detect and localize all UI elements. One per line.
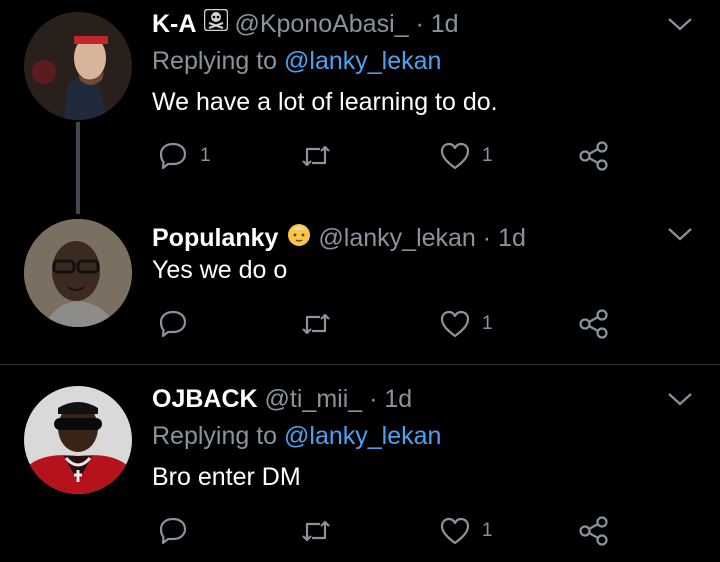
- replying-to-handle[interactable]: @lanky_lekan: [284, 422, 441, 450]
- tweet-3[interactable]: OJBACK @ti_mii_ · 1d Replying to @lanky_…: [0, 365, 720, 562]
- reply-icon: [158, 516, 188, 546]
- timestamp[interactable]: 1d: [384, 385, 412, 413]
- like-count: 1: [482, 145, 493, 166]
- retweet-button[interactable]: [300, 306, 344, 342]
- reply-icon: [158, 309, 188, 339]
- separator-dot: ·: [369, 385, 378, 413]
- like-button[interactable]: 1: [440, 513, 493, 549]
- separator-dot: ·: [482, 224, 492, 253]
- username[interactable]: @lanky_lekan: [318, 224, 475, 252]
- thread-line: [76, 122, 80, 214]
- tweet-1[interactable]: K-A @KponoAbasi_ · 1d Replying to @lanky_…: [0, 0, 720, 214]
- avatar[interactable]: [24, 219, 132, 327]
- share-button[interactable]: [578, 513, 610, 549]
- chevron-down-icon[interactable]: [666, 14, 694, 34]
- timestamp[interactable]: 1d: [498, 224, 526, 252]
- like-icon: [440, 517, 470, 545]
- share-icon: [578, 515, 610, 547]
- avatar[interactable]: [24, 12, 132, 120]
- retweet-icon: [300, 309, 332, 339]
- retweet-icon: [300, 516, 332, 546]
- display-name[interactable]: Populanky: [152, 224, 278, 252]
- reply-button[interactable]: [158, 306, 200, 342]
- tweet-text: Bro enter DM: [152, 463, 301, 491]
- share-icon: [578, 140, 610, 172]
- share-button[interactable]: [578, 138, 610, 174]
- like-icon: [440, 142, 470, 170]
- retweet-button[interactable]: [300, 513, 344, 549]
- tweet-header: OJBACK @ti_mii_ · 1d: [152, 385, 412, 414]
- tweet-text: Yes we do o: [152, 256, 288, 284]
- like-icon: [440, 310, 470, 338]
- chevron-down-icon[interactable]: [666, 224, 694, 244]
- share-button[interactable]: [578, 306, 610, 342]
- retweet-icon: [300, 141, 332, 171]
- replying-to-label: Replying to: [152, 422, 285, 450]
- replying-to: Replying to @lanky_lekan: [152, 422, 441, 451]
- like-button[interactable]: 1: [440, 306, 493, 342]
- baby-face-emoji-icon: [286, 221, 312, 254]
- username[interactable]: @KponoAbasi_: [234, 10, 408, 38]
- replying-to-label: Replying to: [152, 47, 285, 75]
- retweet-button[interactable]: [300, 138, 344, 174]
- replying-to: Replying to @lanky_lekan: [152, 47, 441, 76]
- tweet-text: We have a lot of learning to do.: [152, 88, 498, 116]
- tweet-header: Populanky @lanky_lekan · 1d: [152, 221, 526, 258]
- reply-count: 1: [200, 145, 211, 166]
- avatar[interactable]: [24, 386, 132, 494]
- tweet-header: K-A @KponoAbasi_ · 1d: [152, 8, 459, 42]
- skull-crossbones-icon: [204, 8, 229, 38]
- reply-button[interactable]: 1: [158, 138, 211, 174]
- display-name[interactable]: OJBACK: [152, 385, 258, 413]
- timestamp[interactable]: 1d: [431, 10, 459, 38]
- separator-dot: ·: [415, 10, 424, 39]
- share-icon: [578, 308, 610, 340]
- like-button[interactable]: 1: [440, 138, 493, 174]
- like-count: 1: [482, 313, 493, 334]
- chevron-down-icon[interactable]: [666, 389, 694, 409]
- like-count: 1: [482, 520, 493, 541]
- tweet-2[interactable]: Populanky @lanky_lekan · 1d Yes we do o 1: [0, 210, 720, 365]
- reply-button[interactable]: [158, 513, 200, 549]
- reply-icon: [158, 141, 188, 171]
- username[interactable]: @ti_mii_: [265, 385, 363, 413]
- display-name[interactable]: K-A: [152, 10, 196, 38]
- replying-to-handle[interactable]: @lanky_lekan: [284, 47, 441, 75]
